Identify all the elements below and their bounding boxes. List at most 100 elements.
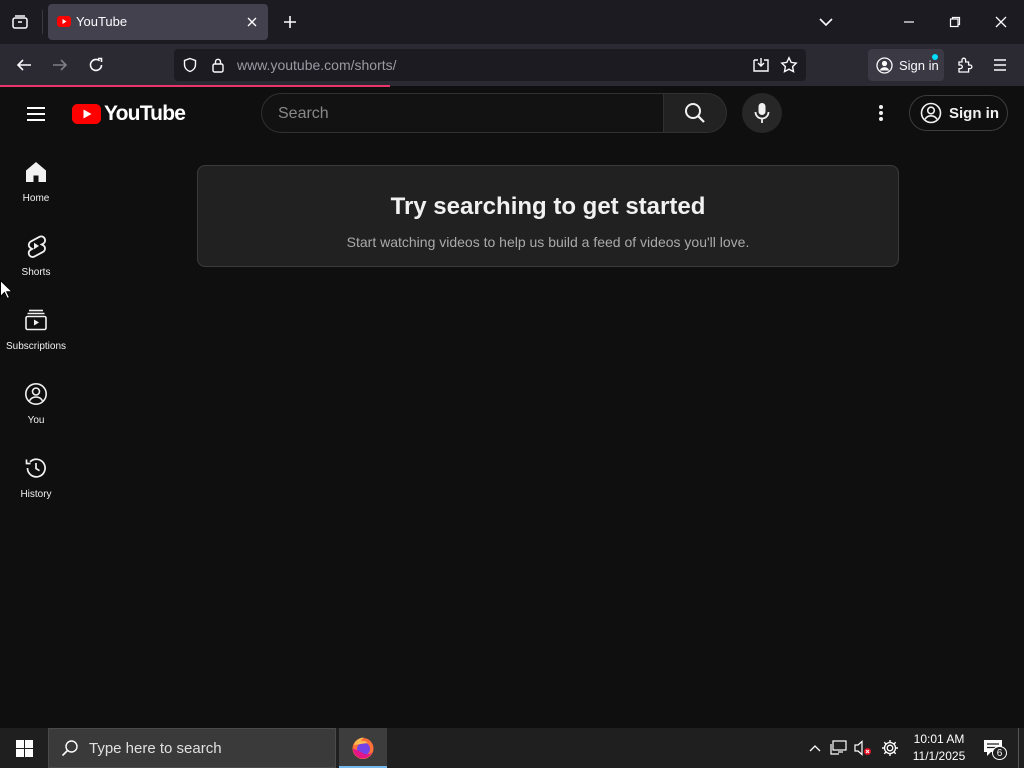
- volume-muted-icon: [854, 740, 872, 756]
- mouse-cursor-icon: [0, 280, 12, 299]
- close-icon: [247, 17, 257, 27]
- new-tab-button[interactable]: [279, 11, 301, 33]
- sidebar-item-label: Home: [22, 193, 50, 204]
- network-icon: [830, 740, 848, 756]
- notification-dot: [932, 54, 938, 60]
- list-all-tabs-button[interactable]: [815, 12, 837, 32]
- arrow-right-icon: [52, 57, 68, 73]
- action-center-button[interactable]: 6: [980, 736, 1007, 760]
- account-circle-icon: [920, 102, 942, 124]
- youtube-header: YouTube Sign in: [0, 87, 1024, 141]
- sidebar-item-label: Subscriptions: [5, 341, 67, 352]
- youtube-sign-in-label: Sign in: [949, 104, 999, 122]
- chevron-up-icon: [809, 744, 821, 752]
- sidebar-item-history[interactable]: History: [0, 437, 72, 507]
- url-path: /shorts/: [350, 57, 397, 73]
- subscriptions-icon: [24, 308, 48, 332]
- voice-search-button[interactable]: [742, 93, 782, 133]
- sidebar-item-shorts[interactable]: Shorts: [0, 215, 72, 285]
- firefox-icon: [351, 736, 375, 760]
- lock-icon[interactable]: [210, 57, 226, 73]
- clock-time: 10:01 AM: [913, 732, 965, 746]
- clock-date: 11/1/2025: [912, 749, 966, 763]
- more-vertical-icon: [878, 104, 884, 122]
- search-icon: [684, 102, 706, 124]
- search-icon: [61, 739, 79, 757]
- sidebar-item-label: Shorts: [21, 267, 51, 278]
- youtube-favicon-icon: [57, 16, 71, 27]
- you-icon: [24, 382, 48, 406]
- taskbar-search-placeholder: Type here to search: [89, 739, 222, 757]
- youtube-wordmark: YouTube: [104, 102, 186, 125]
- browser-tab-youtube[interactable]: YouTube: [48, 4, 268, 40]
- hamburger-menu-icon: [26, 106, 46, 122]
- window-restore-button[interactable]: [943, 10, 967, 34]
- windows-taskbar: Type here to search 10:01 AM 11/1/2025 6: [0, 728, 1024, 768]
- tab-list-icon: [11, 13, 29, 31]
- reload-icon: [88, 57, 104, 73]
- browser-tab-strip: YouTube: [0, 0, 1024, 44]
- home-icon: [24, 160, 48, 184]
- window-minimize-button[interactable]: [897, 10, 921, 34]
- chevron-down-icon: [819, 17, 833, 27]
- windows-logo-icon: [15, 739, 33, 757]
- gear-icon: [881, 739, 899, 757]
- restore-icon: [949, 16, 961, 28]
- close-icon: [995, 16, 1007, 28]
- taskbar-firefox-app[interactable]: [339, 728, 387, 768]
- shield-icon[interactable]: [182, 57, 198, 73]
- shorts-icon: [24, 234, 48, 258]
- url-text: www.youtube.com/shorts/: [237, 57, 397, 73]
- tab-close-button[interactable]: [244, 14, 260, 30]
- browser-nav-bar: www.youtube.com/shorts/ Sign in: [0, 44, 1024, 86]
- search-box: [261, 93, 664, 133]
- star-icon: [780, 56, 798, 74]
- search-input[interactable]: [278, 103, 648, 125]
- settings-more-button[interactable]: [868, 100, 894, 126]
- empty-state-subtitle: Start watching videos to help us build a…: [346, 234, 750, 250]
- extensions-button[interactable]: [952, 52, 978, 78]
- tab-overview-button[interactable]: [6, 8, 34, 36]
- settings-tray-button[interactable]: [880, 738, 900, 758]
- arrow-left-icon: [16, 57, 32, 73]
- back-button[interactable]: [11, 52, 37, 78]
- volume-tray-button[interactable]: [853, 738, 873, 758]
- forward-button[interactable]: [47, 52, 73, 78]
- tab-strip-divider: [42, 10, 43, 34]
- youtube-play-logo-icon: [72, 104, 101, 124]
- youtube-logo[interactable]: YouTube: [72, 102, 186, 126]
- tab-title: YouTube: [76, 14, 128, 29]
- search-button[interactable]: [663, 93, 727, 133]
- bookmark-star-button[interactable]: [779, 55, 799, 75]
- show-hidden-icons-button[interactable]: [805, 738, 825, 758]
- minimize-icon: [903, 16, 915, 28]
- show-desktop-button[interactable]: [1018, 728, 1019, 768]
- app-menu-button[interactable]: [987, 52, 1013, 78]
- sidebar-item-subscriptions[interactable]: Subscriptions: [0, 289, 72, 359]
- sidebar-item-label: You: [27, 415, 45, 426]
- taskbar-search-box[interactable]: Type here to search: [48, 728, 336, 768]
- empty-state-title: Try searching to get started: [390, 193, 706, 220]
- plus-icon: [283, 15, 297, 29]
- reload-button[interactable]: [83, 52, 109, 78]
- puzzle-icon: [956, 56, 974, 74]
- firefox-account-button[interactable]: Sign in: [868, 49, 944, 81]
- taskbar-clock[interactable]: 10:01 AM 11/1/2025: [906, 731, 972, 765]
- microphone-icon: [753, 102, 771, 124]
- menu-icon: [992, 58, 1008, 72]
- history-icon: [24, 456, 48, 480]
- youtube-sign-in-button[interactable]: Sign in: [909, 95, 1008, 131]
- notification-count-badge: 6: [992, 746, 1007, 760]
- guide-menu-button[interactable]: [22, 100, 50, 128]
- network-tray-button[interactable]: [829, 738, 849, 758]
- download-icon: [752, 56, 770, 74]
- start-button[interactable]: [0, 728, 48, 768]
- sidebar-item-you[interactable]: You: [0, 363, 72, 433]
- url-domain: www.youtube.com: [237, 57, 351, 73]
- window-close-button[interactable]: [989, 10, 1013, 34]
- sidebar-item-home[interactable]: Home: [0, 141, 72, 211]
- url-bar[interactable]: www.youtube.com/shorts/: [174, 49, 806, 81]
- save-to-pocket-button[interactable]: [751, 55, 771, 75]
- firefox-sign-in-label: Sign in: [899, 57, 939, 73]
- empty-state-card: Try searching to get started Start watch…: [197, 165, 899, 267]
